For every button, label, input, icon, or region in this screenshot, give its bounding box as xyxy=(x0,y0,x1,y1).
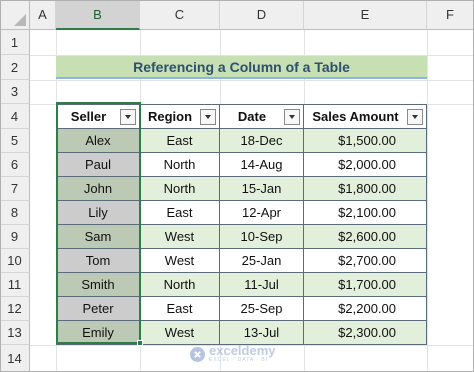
row-header[interactable]: 14 xyxy=(0,345,30,372)
row-header[interactable]: 5 xyxy=(0,129,30,153)
fill-handle[interactable] xyxy=(137,340,143,346)
watermark-tagline: EXCEL · DATA · BI xyxy=(209,357,269,363)
header-label: Region xyxy=(147,109,193,124)
table-cell-seller[interactable]: Smith xyxy=(56,273,140,297)
table-cell-region[interactable]: East xyxy=(140,297,220,321)
row-header[interactable]: 6 xyxy=(0,153,30,177)
table-cell-sales-amount[interactable]: $2,600.00 xyxy=(304,225,427,249)
table-cell-region[interactable]: North xyxy=(140,153,220,177)
table-cell-sales-amount[interactable]: $2,200.00 xyxy=(304,297,427,321)
header-label: Date xyxy=(237,109,267,124)
row-header[interactable]: 9 xyxy=(0,225,30,249)
table-cell-sales-amount[interactable]: $1,700.00 xyxy=(304,273,427,297)
table-header-seller[interactable]: Seller xyxy=(56,104,140,129)
table-cell-date[interactable]: 12-Apr xyxy=(220,201,304,225)
table-cell-date[interactable]: 13-Jul xyxy=(220,321,304,345)
row-header[interactable]: 2 xyxy=(0,55,30,80)
table-cell-sales-amount[interactable]: $2,700.00 xyxy=(304,249,427,273)
column-header-c[interactable]: C xyxy=(140,0,220,30)
table-cell-seller[interactable]: Paul xyxy=(56,153,140,177)
table-header-sales-amount[interactable]: Sales Amount xyxy=(304,104,427,129)
column-header-f[interactable]: F xyxy=(427,0,474,30)
select-all-corner[interactable] xyxy=(0,0,30,30)
filter-dropdown-icon[interactable] xyxy=(407,108,423,125)
table-cell-seller[interactable]: Alex xyxy=(56,129,140,153)
row-header[interactable]: 10 xyxy=(0,249,30,273)
header-label: Sales Amount xyxy=(312,109,399,124)
table-header-date[interactable]: Date xyxy=(220,104,304,129)
watermark-name: exceldemy xyxy=(209,343,276,358)
column-header-e[interactable]: E xyxy=(304,0,427,30)
row-header[interactable]: 7 xyxy=(0,177,30,201)
table-cell-date[interactable]: 25-Jan xyxy=(220,249,304,273)
row-header[interactable]: 3 xyxy=(0,80,30,104)
table-cell-seller[interactable]: Tom xyxy=(56,249,140,273)
table-cell-region[interactable]: West xyxy=(140,249,220,273)
table-cell-sales-amount[interactable]: $1,800.00 xyxy=(304,177,427,201)
exceldemy-logo-icon xyxy=(190,346,205,362)
column-header-a[interactable]: A xyxy=(30,0,56,30)
watermark-text: exceldemy EXCEL · DATA · BI xyxy=(209,343,276,363)
table-cell-region[interactable]: East xyxy=(140,201,220,225)
table-cell-seller[interactable]: John xyxy=(56,177,140,201)
table-cell-date[interactable]: 18-Dec xyxy=(220,129,304,153)
filter-dropdown-icon[interactable] xyxy=(284,108,300,125)
table-cell-region[interactable]: West xyxy=(140,321,220,345)
watermark: exceldemy EXCEL · DATA · BI xyxy=(190,343,310,365)
row-header[interactable]: 8 xyxy=(0,201,30,225)
row-header[interactable]: 4 xyxy=(0,104,30,129)
column-header-d[interactable]: D xyxy=(220,0,304,30)
table-cell-seller[interactable]: Peter xyxy=(56,297,140,321)
gridline xyxy=(427,30,428,372)
table-cell-sales-amount[interactable]: $2,300.00 xyxy=(304,321,427,345)
table-cell-date[interactable]: 10-Sep xyxy=(220,225,304,249)
table-cell-seller[interactable]: Sam xyxy=(56,225,140,249)
table-cell-seller[interactable]: Lily xyxy=(56,201,140,225)
row-header[interactable]: 12 xyxy=(0,297,30,321)
table-cell-date[interactable]: 25-Sep xyxy=(220,297,304,321)
column-header-b[interactable]: B xyxy=(56,0,140,30)
filter-dropdown-icon[interactable] xyxy=(120,108,136,125)
table-cell-seller[interactable]: Emily xyxy=(56,321,140,345)
table-cell-region[interactable]: East xyxy=(140,129,220,153)
gridline xyxy=(30,80,474,81)
table-cell-sales-amount[interactable]: $1,500.00 xyxy=(304,129,427,153)
table-header-region[interactable]: Region xyxy=(140,104,220,129)
filter-dropdown-icon[interactable] xyxy=(200,108,216,125)
row-header[interactable]: 1 xyxy=(0,30,30,55)
row-header[interactable]: 13 xyxy=(0,321,30,345)
table-cell-region[interactable]: North xyxy=(140,273,220,297)
sheet-title[interactable]: Referencing a Column of a Table xyxy=(56,56,427,79)
table-cell-sales-amount[interactable]: $2,000.00 xyxy=(304,153,427,177)
table-cell-sales-amount[interactable]: $2,100.00 xyxy=(304,201,427,225)
header-label: Seller xyxy=(70,109,107,124)
table-cell-date[interactable]: 14-Aug xyxy=(220,153,304,177)
table-cell-region[interactable]: North xyxy=(140,177,220,201)
table-cell-date[interactable]: 15-Jan xyxy=(220,177,304,201)
table-cell-region[interactable]: West xyxy=(140,225,220,249)
row-header[interactable]: 11 xyxy=(0,273,30,297)
table-cell-date[interactable]: 11-Jul xyxy=(220,273,304,297)
